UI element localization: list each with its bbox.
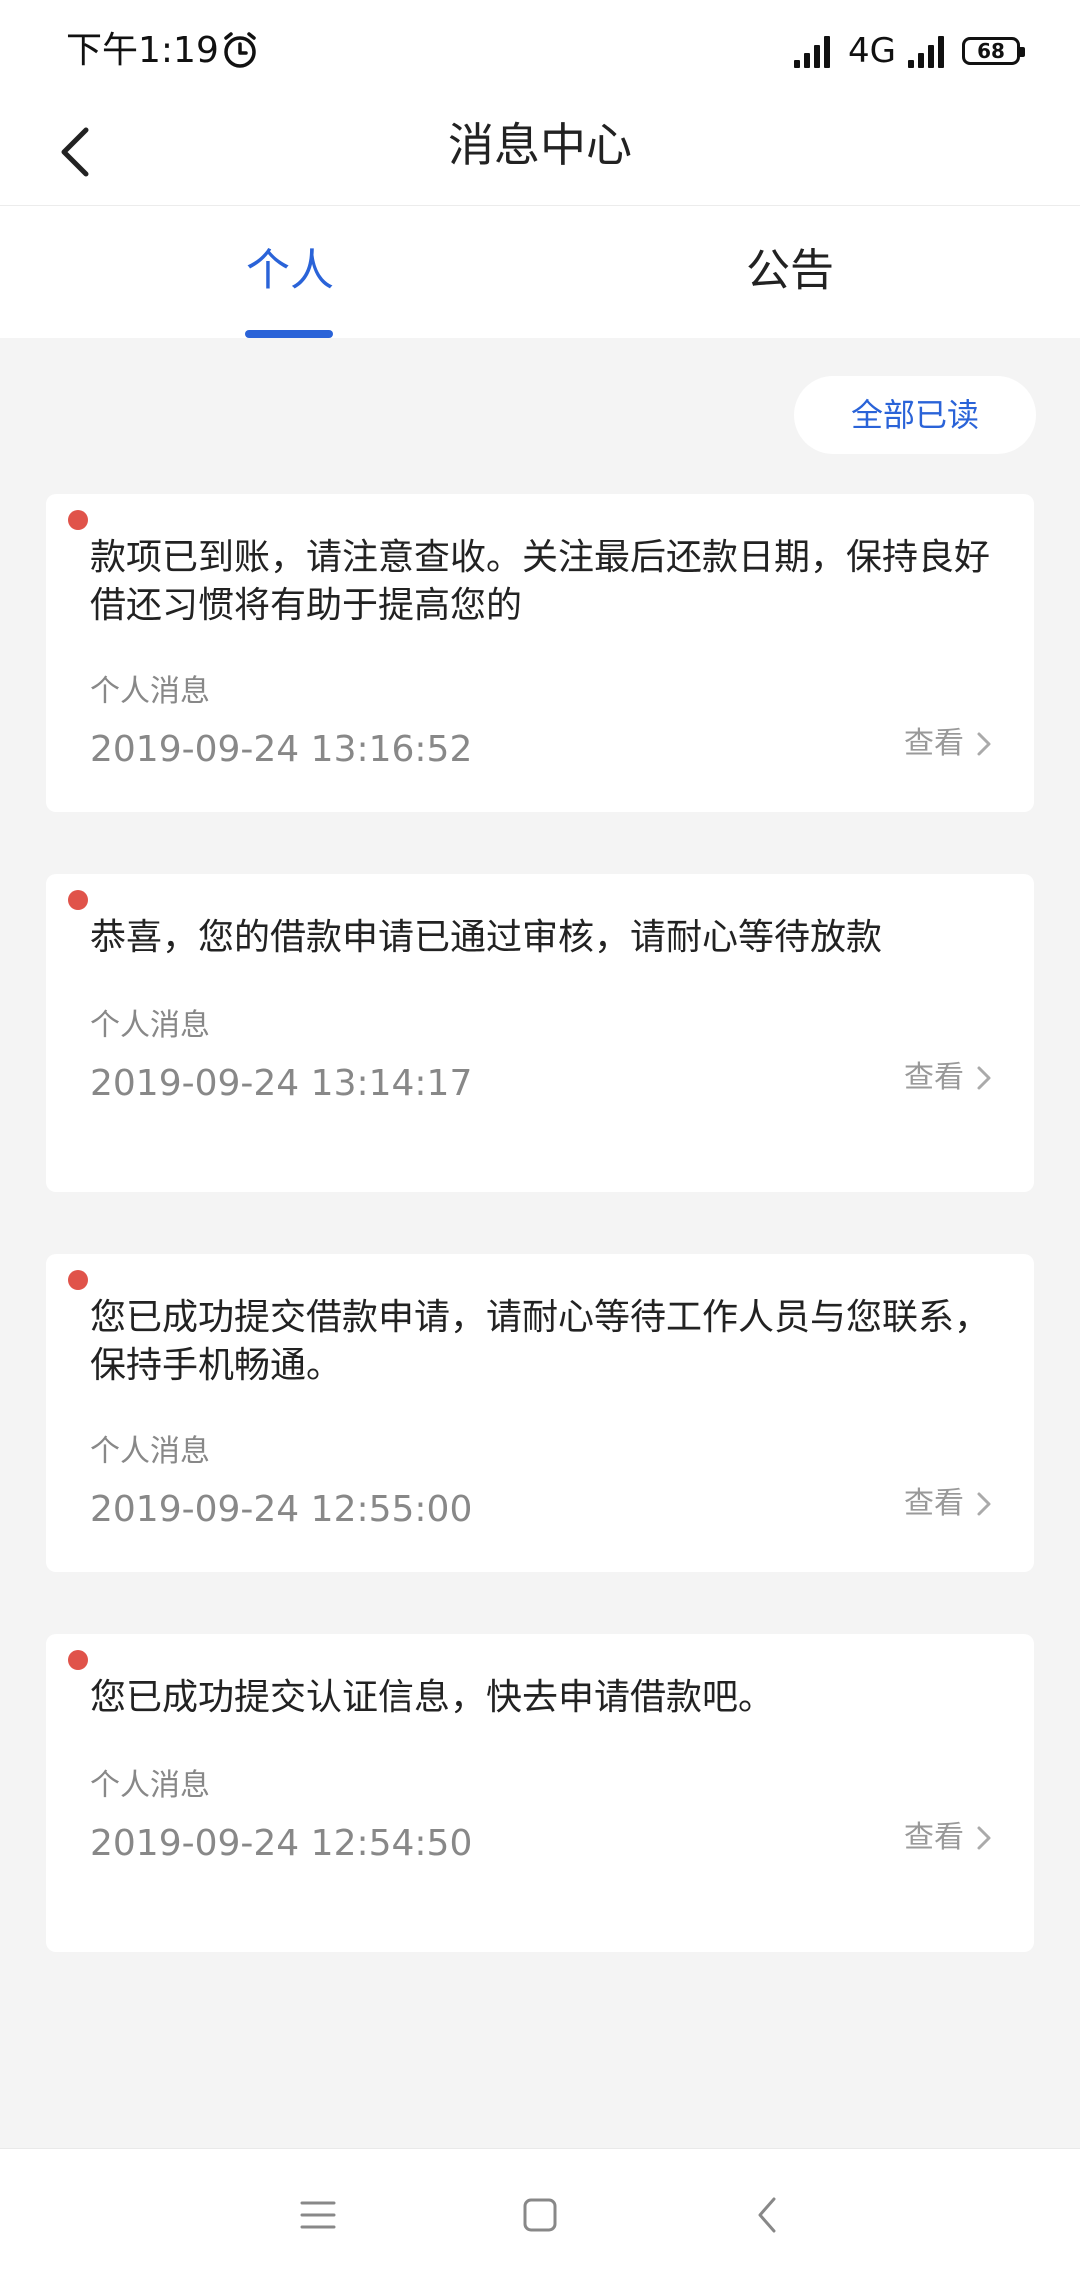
chevron-right-icon — [977, 1066, 991, 1090]
message-category: 个人消息 — [90, 1768, 210, 1803]
message-card[interactable]: 恭喜，您的借款申请已通过审核，请耐心等待放款 个人消息 2019-09-24 1… — [46, 874, 1034, 1192]
message-card[interactable]: 款项已到账，请注意查收。关注最后还款日期，保持良好借还习惯将有助于提高您的 个人… — [46, 494, 1034, 812]
chevron-right-icon — [977, 1492, 991, 1516]
network-type: 4G — [848, 31, 896, 71]
system-nav-bar — [0, 2148, 1080, 2281]
message-time: 2019-09-24 12:55:00 — [90, 1489, 473, 1530]
view-link[interactable]: 查看 — [904, 1058, 994, 1098]
chevron-right-icon — [977, 1826, 991, 1850]
unread-dot — [68, 1270, 88, 1290]
message-content: 款项已到账，请注意查收。关注最后还款日期，保持良好借还习惯将有助于提高您的 — [90, 537, 991, 626]
unread-dot — [68, 510, 88, 530]
message-time: 2019-09-24 12:54:50 — [90, 1823, 473, 1864]
chevron-right-icon — [977, 732, 991, 756]
status-indicators: 4G 68 — [792, 28, 1025, 74]
page-title: 消息中心 — [448, 118, 632, 172]
status-bar: 下午1:19 4G 68 — [0, 0, 1080, 100]
tab-personal[interactable]: 个人 — [20, 206, 560, 338]
message-content: 您已成功提交借款申请，请耐心等待工作人员与您联系，保持手机畅通。 — [90, 1297, 991, 1386]
message-content: 恭喜，您的借款申请已通过审核，请耐心等待放款 — [90, 917, 883, 958]
message-category: 个人消息 — [90, 1008, 210, 1043]
message-time: 2019-09-24 13:14:17 — [90, 1063, 473, 1104]
message-category: 个人消息 — [90, 1434, 210, 1469]
alarm-clock-icon — [224, 32, 256, 68]
battery-icon: 68 — [962, 37, 1025, 65]
message-card[interactable]: 您已成功提交认证信息，快去申请借款吧。 个人消息 2019-09-24 12:5… — [46, 1634, 1034, 1952]
signal-icon — [794, 36, 831, 68]
unread-dot — [68, 890, 88, 910]
message-content: 您已成功提交认证信息，快去申请借款吧。 — [90, 1677, 775, 1718]
message-category: 个人消息 — [90, 674, 210, 709]
view-link[interactable]: 查看 — [904, 1818, 994, 1858]
view-label: 查看 — [904, 726, 964, 761]
view-link[interactable]: 查看 — [904, 1484, 994, 1524]
menu-icon[interactable] — [288, 2185, 348, 2245]
battery-level: 68 — [977, 39, 1005, 63]
active-tab-indicator — [245, 330, 333, 338]
view-link[interactable]: 查看 — [904, 724, 994, 764]
tab-announcement[interactable]: 公告 — [520, 206, 1060, 338]
back-triangle-icon[interactable] — [738, 2185, 798, 2245]
message-card[interactable]: 您已成功提交借款申请，请耐心等待工作人员与您联系，保持手机畅通。 个人消息 20… — [46, 1254, 1034, 1572]
view-label: 查看 — [904, 1060, 964, 1095]
view-label: 查看 — [904, 1486, 964, 1521]
app-header: 消息中心 — [0, 100, 1080, 206]
signal-icon — [908, 36, 944, 68]
unread-dot — [68, 1650, 88, 1670]
status-time: 下午1:19 — [66, 30, 219, 71]
view-label: 查看 — [904, 1820, 964, 1855]
home-square-icon[interactable] — [510, 2185, 570, 2245]
message-time: 2019-09-24 13:16:52 — [90, 729, 473, 770]
tab-bar: 个人 公告 — [0, 206, 1080, 338]
mark-all-read-button[interactable]: 全部已读 — [794, 376, 1036, 454]
